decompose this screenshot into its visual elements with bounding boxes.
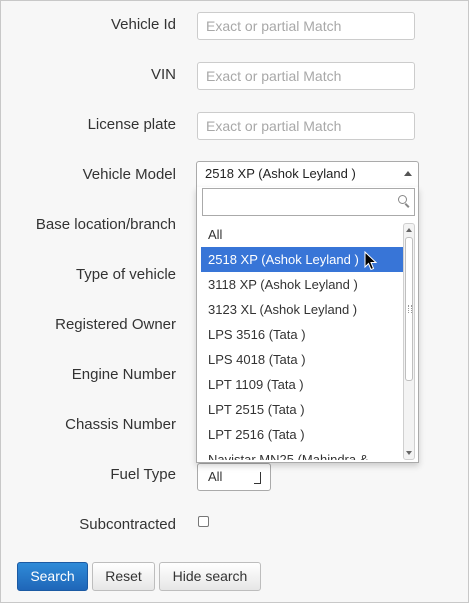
vin-input[interactable] [197, 62, 415, 90]
reset-button[interactable]: Reset [92, 562, 155, 591]
dropdown-scrollbar[interactable] [403, 223, 415, 460]
subcontracted-checkbox[interactable] [198, 516, 209, 527]
chassis-number-label: Chassis Number [65, 416, 176, 433]
dropdown-option[interactable]: LPT 2515 (Tata ) [201, 397, 403, 422]
dropdown-option[interactable]: LPT 2516 (Tata ) [201, 422, 403, 447]
hide-search-button[interactable]: Hide search [159, 562, 261, 591]
scroll-up-icon[interactable] [406, 228, 412, 232]
search-icon [398, 195, 407, 204]
subcontracted-label: Subcontracted [79, 516, 176, 533]
dropdown-option[interactable]: 3118 XP (Ashok Leyland ) [201, 272, 403, 297]
vehicle-model-select[interactable]: 2518 XP (Ashok Leyland ) [196, 161, 419, 187]
dropdown-option[interactable]: LPT 1109 (Tata ) [201, 372, 403, 397]
dropdown-option[interactable]: All [201, 222, 403, 247]
dropdown-search-input[interactable] [202, 188, 415, 216]
scroll-down-icon[interactable] [406, 451, 412, 455]
vehicle-id-label: Vehicle Id [110, 16, 176, 33]
vehicle-id-input[interactable] [197, 12, 415, 40]
fuel-type-label: Fuel Type [110, 466, 176, 483]
search-button[interactable]: Search [17, 562, 88, 591]
dropdown-option[interactable]: Navistar MN25 (Mahindra & [201, 447, 403, 460]
license-plate-input[interactable] [197, 112, 415, 140]
grip-icon [408, 305, 412, 313]
dropdown-option[interactable]: LPS 3516 (Tata ) [201, 322, 403, 347]
fuel-type-value: All [208, 469, 223, 484]
vin-label: VIN [150, 66, 176, 83]
type-of-vehicle-label: Type of vehicle [75, 266, 176, 283]
dropdown-option[interactable]: 3123 XL (Ashok Leyland ) [201, 297, 403, 322]
chevron-up-icon [404, 171, 412, 176]
registered-owner-label: Registered Owner [55, 316, 176, 333]
vehicle-model-dropdown: All 2518 XP (Ashok Leyland ) 3118 XP (Asho… [196, 187, 419, 463]
mouse-pointer-icon [364, 251, 378, 271]
fuel-type-select[interactable]: All [197, 463, 271, 491]
select-arrow-icon [254, 472, 261, 484]
dropdown-option[interactable]: LPS 4018 (Tata ) [201, 347, 403, 372]
scrollbar-thumb[interactable] [405, 237, 413, 381]
vehicle-model-value: 2518 XP (Ashok Leyland ) [205, 166, 356, 181]
engine-number-label: Engine Number [71, 366, 176, 383]
vehicle-model-label: Vehicle Model [82, 166, 176, 183]
base-location-label: Base location/branch [35, 216, 176, 233]
license-plate-label: License plate [87, 116, 176, 133]
